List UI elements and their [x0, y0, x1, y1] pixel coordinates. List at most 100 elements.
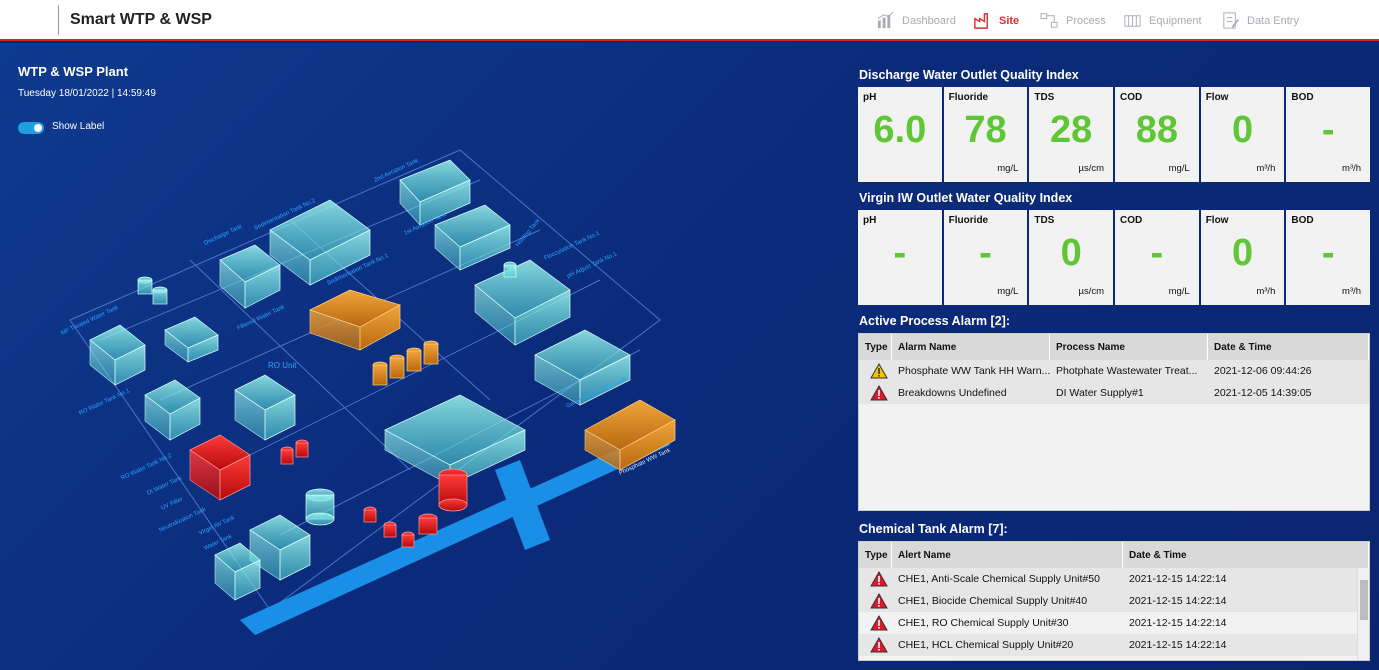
col-type[interactable]: Type	[859, 542, 892, 568]
label-discharge: Discharge Tank	[203, 224, 244, 247]
metric-value: -	[1321, 109, 1335, 151]
metric-label: Flow	[1205, 215, 1229, 226]
label-holding: Holding Tank	[515, 217, 542, 248]
col-alert-name[interactable]: Alert Name	[892, 542, 1123, 568]
nav-label: Site	[999, 14, 1020, 27]
process-name: Photphate Wastewater Treat...	[1056, 365, 1198, 377]
chart-icon	[877, 11, 894, 29]
plant-title: WTP & WSP Plant	[18, 64, 129, 79]
metric-value: 0	[1060, 232, 1082, 274]
metric-value: -	[893, 232, 907, 274]
warning-icon	[859, 362, 892, 380]
nav-equipment[interactable]: Equipment	[1123, 11, 1202, 30]
alarm-time: 2021-12-06 09:44:26	[1214, 365, 1312, 377]
table-row[interactable]: CHE1, Biocide Chemical Supply Unit#40 20…	[859, 590, 1369, 612]
metric-label: Fluoride	[948, 92, 989, 103]
tank-chemical-alarm[interactable]	[438, 468, 468, 512]
alert-time: 2021-12-15 14:22:14	[1129, 573, 1227, 585]
virgin-quality-grid: pH - Fluoride - mg/L TDS 0 µs/cm COD - mg/L Flo…	[858, 210, 1371, 305]
discharge-title: Discharge Water Outlet Quality Index	[859, 68, 1079, 82]
metric-label: pH	[863, 92, 877, 103]
alarm-icon	[859, 570, 892, 588]
metric-label: Flow	[1205, 92, 1229, 103]
alarm-time: 2021-12-05 14:39:05	[1214, 387, 1312, 399]
top-bar: Smart WTP & WSP Dashboard Site Process E…	[0, 0, 1379, 41]
metric-label: BOD	[1291, 92, 1314, 103]
discharge-tds: TDS 28 µs/cm	[1029, 87, 1114, 182]
table-row[interactable]: Phosphate WW Tank HH Warn... Photphate W…	[859, 360, 1369, 382]
label-uv-filter: UV Filter	[160, 497, 184, 512]
show-label-text: Show Label	[52, 121, 105, 132]
tank-di-water-alarm[interactable]	[189, 434, 251, 501]
col-process-name[interactable]: Process Name	[1050, 334, 1208, 360]
alert-name: CHE1, Anti-Scale Chemical Supply Unit#50	[898, 573, 1100, 585]
nav-dashboard[interactable]: Dashboard	[876, 11, 956, 30]
metric-unit: m³/h	[1256, 286, 1276, 297]
scrollbar-thumb[interactable]	[1360, 580, 1368, 620]
alarm-name: Breakdowns Undefined	[898, 387, 1007, 399]
metric-value: 0	[1231, 109, 1254, 151]
app-title: Smart WTP & WSP	[70, 11, 212, 28]
alert-time: 2021-12-15 14:22:14	[1129, 639, 1227, 651]
tank-1st-aeration[interactable]	[434, 204, 511, 271]
nav-process[interactable]: Process	[1040, 11, 1106, 30]
equipment-icon	[1124, 15, 1141, 27]
plant-map: 2nd Aeration Tank Sedimentation Tank No.…	[60, 149, 676, 635]
virgin-title: Virgin IW Outlet Water Quality Index	[859, 191, 1073, 205]
process-name: DI Water Supply#1	[1056, 387, 1144, 399]
tank-general-batch-ww[interactable]	[534, 329, 631, 406]
metric-value: 6.0	[873, 109, 927, 151]
metric-label: TDS	[1034, 215, 1055, 226]
alarm-name: Phosphate WW Tank HH Warn...	[898, 365, 1050, 377]
chem-alarm-scrollbar[interactable]	[1357, 568, 1369, 660]
col-type[interactable]: Type	[859, 334, 892, 360]
label-flocculation: Flocculation Tank No.1	[543, 230, 601, 261]
col-date-time[interactable]: Date & Time	[1208, 334, 1369, 360]
table-header: Type Alarm Name Process Name Date & Time	[859, 334, 1369, 360]
show-label-toggle[interactable]	[18, 122, 44, 134]
process-alarm-table: Type Alarm Name Process Name Date & Time…	[858, 333, 1370, 511]
nav-data-entry[interactable]: Data Entry	[1221, 11, 1299, 30]
metric-unit: m³/h	[1342, 163, 1362, 174]
tank-holding[interactable]	[474, 259, 571, 346]
alarm-icon	[859, 614, 892, 632]
alarm-icon	[859, 592, 892, 610]
virgin-fluoride: Fluoride - mg/L	[943, 210, 1028, 305]
virgin-bod: BOD - m³/h	[1286, 210, 1371, 305]
nav-site[interactable]: Site	[973, 11, 1019, 30]
metric-unit: µs/cm	[1078, 163, 1105, 174]
metric-unit: mg/L	[1168, 286, 1190, 297]
table-row[interactable]: CHE1, Anti-Scale Chemical Supply Unit#50…	[859, 568, 1369, 590]
tank-ro-unit[interactable]	[234, 374, 296, 441]
plant-datetime: Tuesday 18/01/2022 | 14:59:49	[18, 88, 156, 99]
metric-label: TDS	[1034, 92, 1055, 103]
col-alarm-name[interactable]: Alarm Name	[892, 334, 1050, 360]
process-alarm-title: Active Process Alarm [2]:	[859, 314, 1010, 328]
discharge-cod: COD 88 mg/L	[1115, 87, 1199, 182]
metric-label: BOD	[1291, 215, 1314, 226]
tank-ro-water-1[interactable]	[144, 379, 201, 441]
nav-label: Dashboard	[902, 14, 956, 27]
alarm-icon	[859, 636, 892, 654]
table-row[interactable]: CHE1, HCL Chemical Supply Unit#20 2021-1…	[859, 634, 1369, 656]
discharge-quality-grid: pH 6.0 Fluoride 78 mg/L TDS 28 µs/cm COD 88 mg/…	[858, 87, 1371, 182]
tank-filtered-water[interactable]	[164, 316, 219, 363]
nav-label: Equipment	[1149, 14, 1202, 27]
virgin-cod: COD - mg/L	[1115, 210, 1199, 305]
metric-value: 0	[1231, 232, 1254, 274]
discharge-flow: Flow 0 m³/h	[1200, 87, 1285, 182]
metric-unit: m³/h	[1342, 286, 1362, 297]
col-date-time[interactable]: Date & Time	[1123, 542, 1369, 568]
alert-name: CHE1, HCL Chemical Supply Unit#20	[898, 639, 1074, 651]
chem-alarm-table: Type Alert Name Date & Time CHE1, Anti-S…	[858, 541, 1370, 661]
table-row[interactable]: CHE1, RO Chemical Supply Unit#30 2021-12…	[859, 612, 1369, 634]
discharge-bod: BOD - m³/h	[1286, 87, 1371, 182]
metric-unit: mg/L	[997, 286, 1019, 297]
tank-mf-treated[interactable]	[89, 324, 146, 386]
table-header: Type Alert Name Date & Time	[859, 542, 1369, 568]
virgin-tds: TDS 0 µs/cm	[1029, 210, 1114, 305]
label-ro-unit: RO Unit	[268, 361, 297, 370]
metric-value: -	[979, 232, 992, 274]
chem-alarm-title: Chemical Tank Alarm [7]:	[859, 522, 1008, 536]
table-row[interactable]: Breakdowns Undefined DI Water Supply#1 2…	[859, 382, 1369, 404]
